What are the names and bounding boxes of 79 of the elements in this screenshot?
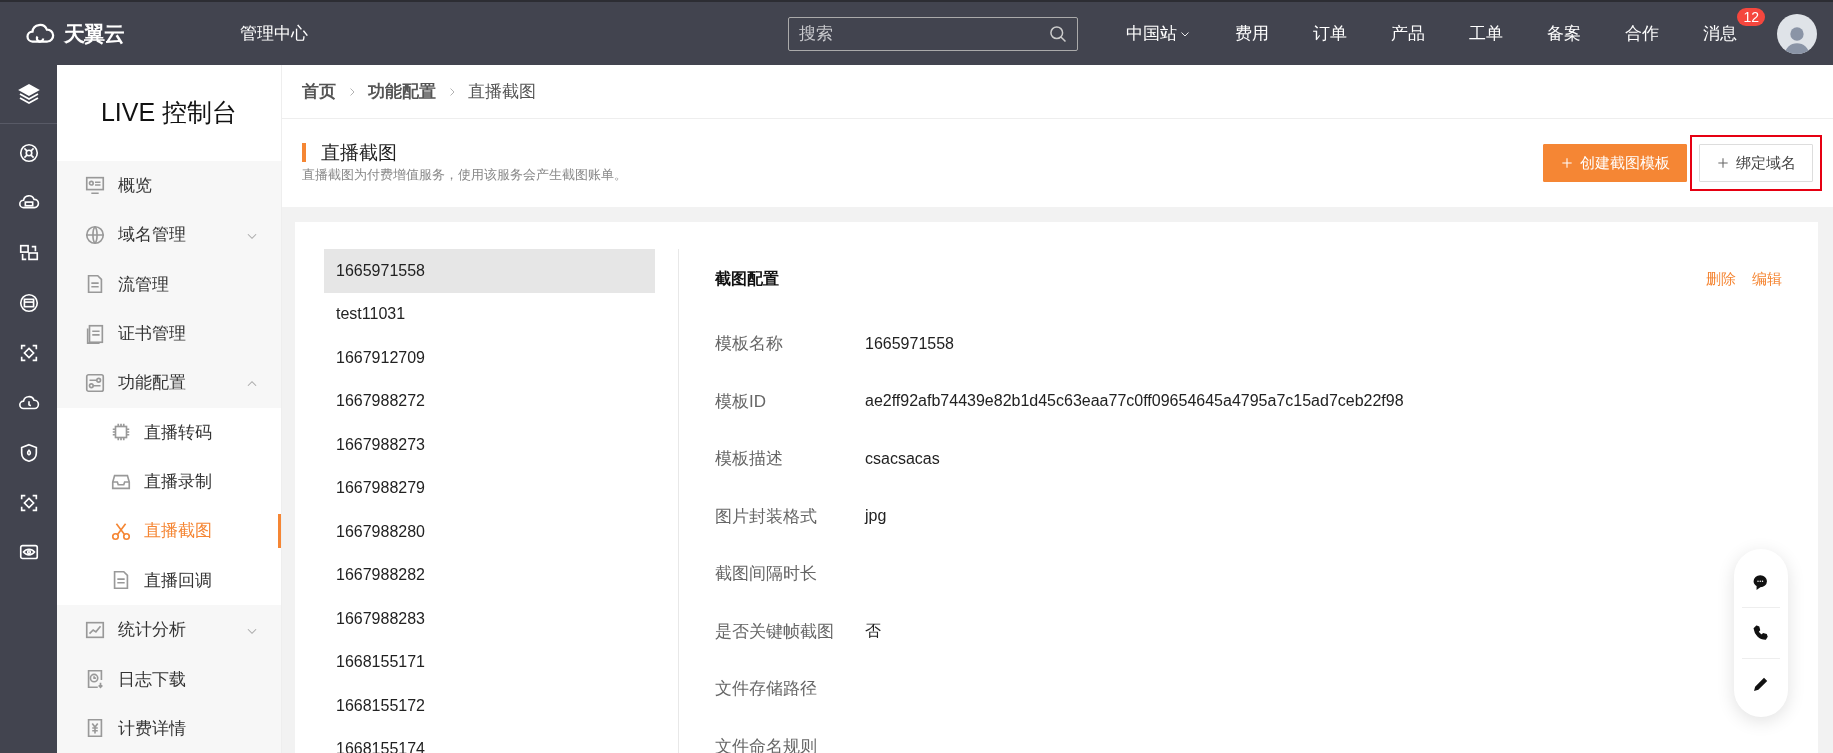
field-value: 否 (865, 620, 881, 641)
sidebar-item-label: 直播截图 (144, 520, 212, 543)
phone-icon[interactable] (1752, 624, 1770, 642)
field-label: 模板ID (715, 390, 767, 413)
nav-link[interactable]: 费用 (1213, 22, 1291, 45)
nav-link[interactable]: 备案 (1525, 22, 1603, 45)
layers-icon (16, 82, 41, 106)
sidebar-item-label: 统计分析 (118, 619, 186, 642)
sidebar-item[interactable]: 直播录制 (57, 456, 281, 507)
nav-link[interactable]: 订单 (1291, 22, 1369, 45)
field-value: jpg (865, 507, 887, 526)
certificate-icon (84, 322, 106, 345)
sidebar-item[interactable]: 统计分析 (57, 605, 281, 655)
sidebar-item-label: 概览 (118, 174, 152, 197)
sidebar-item[interactable]: 证书管理 (57, 308, 281, 359)
sidebar-item[interactable]: 流管理 (57, 259, 281, 309)
sidebar-item[interactable]: 概览 (57, 160, 281, 211)
settings-panel-icon (84, 371, 106, 394)
bind-domain-button[interactable]: 绑定域名 (1699, 144, 1813, 182)
template-list-item[interactable]: 1667988273 (324, 423, 655, 467)
sidebar-item[interactable]: 功能配置 (57, 358, 281, 408)
section-title: 截图配置 (715, 268, 780, 289)
chat-bubbles-icon[interactable] (1752, 573, 1770, 591)
template-list-item[interactable]: 1668155171 (324, 640, 655, 684)
sidebar-item-label: 域名管理 (118, 224, 186, 247)
breadcrumb-current: 直播截图 (468, 81, 536, 103)
pencil-icon[interactable] (1752, 675, 1770, 693)
template-list-item[interactable]: 1667988283 (324, 597, 655, 641)
field-value: ae2ff92afb74439e82b1d45c63eaa77c0ff09654645a4795a7c15ad7ceb22f98 (865, 392, 1404, 411)
nav-link[interactable]: 中国站 (1104, 22, 1213, 45)
console-title: LIVE 控制台 (100, 97, 238, 129)
page-description: 直播截图为付费增值服务，使用该服务会产生截图账单。 (302, 165, 628, 184)
template-list-item[interactable]: 1667988280 (324, 510, 655, 554)
template-list-item[interactable]: test11031 (324, 292, 655, 336)
window-icon[interactable] (17, 292, 40, 314)
nav-link[interactable]: 工单 (1447, 22, 1525, 45)
sidebar-item[interactable]: 直播回调 (57, 555, 281, 605)
sidebar-item[interactable]: 日志下载 (57, 654, 281, 704)
sidebar-item-label: 直播回调 (144, 569, 212, 592)
field-label: 模板名称 (715, 333, 784, 356)
console-title-link[interactable]: 管理中心 (218, 22, 330, 45)
breadcrumb-link[interactable]: 首页 (302, 80, 336, 103)
network-icon[interactable] (17, 142, 40, 164)
template-list-item[interactable]: 1668155172 (324, 684, 655, 728)
field-label: 模板描述 (715, 448, 784, 471)
search-icon (1048, 23, 1068, 44)
sidebar-item-label: 计费详情 (118, 717, 186, 740)
sidebar-item-label: 流管理 (118, 273, 169, 296)
sidebar-item-label: 证书管理 (118, 323, 186, 345)
field-value: 1665971558 (865, 334, 954, 353)
search-field[interactable]: 搜索 (788, 16, 1078, 51)
template-list-item[interactable]: 1665971558 (324, 249, 655, 293)
globe-icon (84, 223, 106, 246)
count-badge: 12 (1737, 8, 1765, 26)
field-label: 是否关键帧截图 (715, 620, 835, 643)
template-list-item[interactable]: 1667912709 (324, 336, 655, 380)
sidebar-item[interactable]: 域名管理 (57, 210, 281, 260)
avatar[interactable] (1777, 13, 1817, 54)
sidebar-item[interactable]: 直播转码 (57, 407, 281, 457)
plus-icon (1560, 156, 1574, 170)
brand-name: 天翼云 (64, 20, 124, 47)
sidebar-item-label: 日志下载 (118, 668, 186, 691)
field-label: 图片封装格式 (715, 505, 818, 528)
breadcrumb-link[interactable]: 功能配置 (368, 80, 436, 103)
field-label: 文件存储路径 (715, 678, 818, 701)
nav-link[interactable]: 合作 (1603, 22, 1681, 45)
sidebar-item-label: 直播转码 (144, 421, 212, 444)
field-value: csacsacas (865, 449, 940, 468)
page-title: 直播截图 (302, 142, 397, 162)
template-list-item[interactable]: 1667988279 (324, 466, 655, 510)
nav-link[interactable]: 产品 (1369, 22, 1447, 45)
field-label: 截图间隔时长 (715, 563, 818, 586)
plus-icon (1716, 156, 1730, 170)
sidebar-item[interactable]: 计费详情 (57, 703, 281, 753)
template-list-item[interactable]: 1667988282 (324, 553, 655, 597)
sidebar-item-label: 直播录制 (144, 471, 212, 494)
template-list-item[interactable]: 1667988272 (324, 379, 655, 423)
sidebar-item-label: 功能配置 (118, 372, 186, 395)
monitor-icon (84, 174, 106, 197)
